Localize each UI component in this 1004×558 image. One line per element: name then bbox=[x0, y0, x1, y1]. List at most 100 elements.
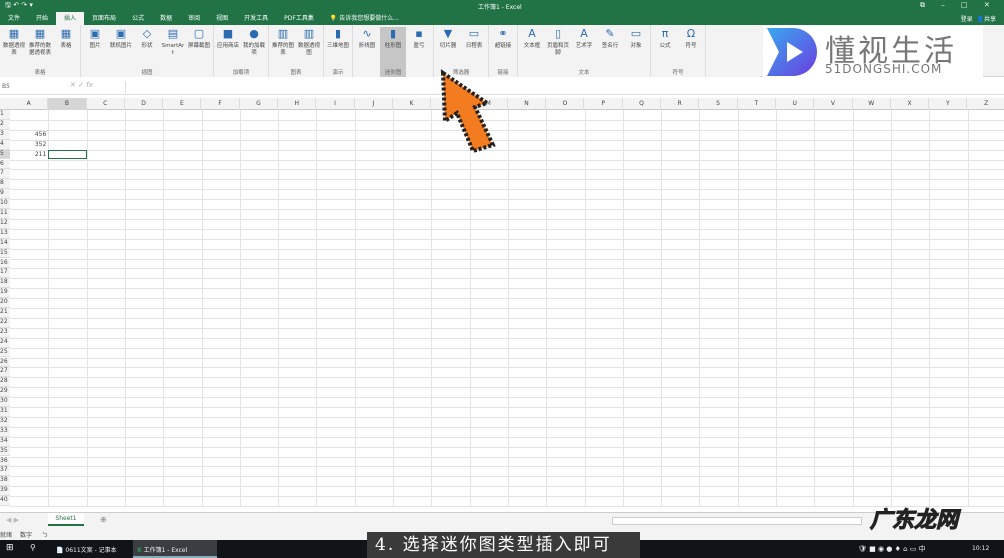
row-header-38[interactable]: 38 bbox=[0, 476, 10, 487]
tab-6[interactable]: 审阅 bbox=[180, 12, 208, 25]
row-header-13[interactable]: 13 bbox=[0, 228, 10, 239]
column-header-W[interactable]: W bbox=[853, 98, 891, 110]
column-header-Q[interactable]: Q bbox=[623, 98, 662, 110]
row-header-30[interactable]: 30 bbox=[0, 397, 10, 407]
gridline bbox=[10, 347, 1004, 349]
row-header-27[interactable]: 27 bbox=[0, 367, 10, 378]
row-header-12[interactable]: 12 bbox=[0, 218, 10, 229]
tab-8[interactable]: 开发工具 bbox=[236, 12, 276, 25]
system-tray[interactable]: 🛡 ■ ◉ ● ♦ ⌂ ▭ 中 bbox=[858, 544, 926, 554]
row-header-34[interactable]: 34 bbox=[0, 436, 10, 447]
column-header-E[interactable]: E bbox=[163, 98, 202, 110]
tab-5[interactable]: 数据 bbox=[152, 12, 180, 25]
tab-7[interactable]: 视图 bbox=[208, 12, 236, 25]
store-icon: ■ bbox=[222, 27, 234, 41]
row-header-40[interactable]: 40 bbox=[0, 496, 10, 506]
row-header-29[interactable]: 29 bbox=[0, 387, 10, 398]
column-header-I[interactable]: I bbox=[316, 98, 355, 110]
column-header-X[interactable]: X bbox=[891, 98, 930, 110]
column-header-U[interactable]: U bbox=[776, 98, 815, 110]
row-header-35[interactable]: 35 bbox=[0, 446, 10, 457]
row-header-36[interactable]: 36 bbox=[0, 456, 10, 467]
tab-2[interactable]: 插入 bbox=[56, 12, 85, 25]
column-header-S[interactable]: S bbox=[699, 98, 738, 110]
row-header-20[interactable]: 20 bbox=[0, 298, 10, 308]
column-header-C[interactable]: C bbox=[87, 98, 125, 110]
row-header-23[interactable]: 23 bbox=[0, 327, 10, 338]
row-header-21[interactable]: 21 bbox=[0, 308, 10, 318]
row-header-32[interactable]: 32 bbox=[0, 416, 10, 427]
row-header-19[interactable]: 19 bbox=[0, 288, 10, 299]
formula-icons[interactable]: ✕ ✓ fx bbox=[70, 81, 93, 89]
row-header-31[interactable]: 31 bbox=[0, 407, 10, 417]
taskbar-app-notepad[interactable]: 📄 0611文案 - 记事本 bbox=[52, 540, 132, 558]
column-header-H[interactable]: H bbox=[278, 98, 317, 110]
row-header-3[interactable]: 3 bbox=[0, 129, 10, 140]
row-header-28[interactable]: 28 bbox=[0, 377, 10, 388]
tab-9[interactable]: PDF工具集 bbox=[276, 12, 322, 25]
row-header-11[interactable]: 11 bbox=[0, 209, 10, 219]
column-header-J[interactable]: J bbox=[355, 98, 393, 110]
tab-1[interactable]: 开始 bbox=[28, 12, 56, 25]
tab-0[interactable]: 文件 bbox=[0, 12, 28, 25]
row-header-7[interactable]: 7 bbox=[0, 169, 10, 180]
tab-3[interactable]: 页面布局 bbox=[84, 12, 124, 25]
gridline bbox=[10, 337, 1004, 339]
cell-A3[interactable]: 456 bbox=[10, 131, 46, 138]
row-header-33[interactable]: 33 bbox=[0, 426, 10, 437]
row-header-25[interactable]: 25 bbox=[0, 347, 10, 358]
column-header-F[interactable]: F bbox=[202, 98, 240, 110]
horizontal-scrollbar[interactable] bbox=[612, 517, 862, 525]
row-header-18[interactable]: 18 bbox=[0, 278, 10, 289]
row-header-2[interactable]: 2 bbox=[0, 119, 10, 130]
row-header-16[interactable]: 16 bbox=[0, 258, 10, 269]
search-icon[interactable]: ⚲ bbox=[30, 543, 36, 552]
taskbar-app-excel[interactable]: X 工作簿1 - Excel bbox=[133, 540, 217, 558]
column-header-N[interactable]: N bbox=[508, 98, 547, 110]
row-header-26[interactable]: 26 bbox=[0, 357, 10, 368]
tab-4[interactable]: 公式 bbox=[124, 12, 152, 25]
gridline bbox=[10, 189, 1004, 191]
column-header-Y[interactable]: Y bbox=[929, 98, 968, 110]
row-header-1[interactable]: 1 bbox=[0, 110, 10, 120]
row-header-17[interactable]: 17 bbox=[0, 268, 10, 279]
quick-access-toolbar[interactable]: 🖫 ↶ ↷ ▾ bbox=[5, 1, 33, 12]
add-sheet-button[interactable]: ⊕ bbox=[100, 515, 107, 524]
ribbon-group-3: ▥ 推荐的图表 ▥ 数据透视图 图表 bbox=[269, 25, 324, 77]
column-header-D[interactable]: D bbox=[125, 98, 164, 110]
row-header-6[interactable]: 6 bbox=[0, 159, 10, 170]
column-header-T[interactable]: T bbox=[738, 98, 776, 110]
row-header-14[interactable]: 14 bbox=[0, 238, 10, 249]
row-header-37[interactable]: 37 bbox=[0, 466, 10, 477]
row-header-24[interactable]: 24 bbox=[0, 337, 10, 348]
column-header-R[interactable]: R bbox=[661, 98, 700, 110]
row-header-5[interactable]: 5 bbox=[0, 149, 10, 160]
row-header-9[interactable]: 9 bbox=[0, 189, 10, 200]
column-header-O[interactable]: O bbox=[546, 98, 585, 110]
column-header-P[interactable]: P bbox=[585, 98, 623, 110]
window-controls[interactable]: ⧉ – □ ✕ bbox=[920, 1, 990, 10]
name-box[interactable]: B5 bbox=[0, 81, 50, 93]
cell-A4[interactable]: 352 bbox=[10, 141, 46, 148]
gridline bbox=[10, 288, 1004, 290]
column-header-B[interactable]: B bbox=[48, 98, 87, 110]
cell-A5[interactable]: 211 bbox=[10, 151, 46, 158]
account-area[interactable]: 登录 👤共享 bbox=[961, 14, 1004, 23]
column-header-V[interactable]: V bbox=[814, 98, 853, 110]
column-header-A[interactable]: A bbox=[10, 98, 49, 110]
row-header-4[interactable]: 4 bbox=[0, 139, 10, 150]
column-header-G[interactable]: G bbox=[240, 98, 279, 110]
row-header-8[interactable]: 8 bbox=[0, 179, 10, 190]
formula-input[interactable] bbox=[125, 81, 1000, 93]
sheet-nav-arrows[interactable]: ◀ ▶ bbox=[6, 516, 19, 524]
column-header-Z[interactable]: Z bbox=[968, 98, 1004, 110]
row-header-15[interactable]: 15 bbox=[0, 248, 10, 259]
gridline bbox=[10, 377, 1004, 379]
tell-me-search[interactable]: 💡 告诉我您想要做什么... bbox=[322, 12, 407, 25]
row-header-22[interactable]: 22 bbox=[0, 317, 10, 328]
sheet-tab-sheet1[interactable]: Sheet1 bbox=[48, 513, 84, 526]
selected-cell-B5[interactable] bbox=[48, 149, 87, 160]
row-header-10[interactable]: 10 bbox=[0, 199, 10, 209]
windows-start-icon[interactable]: ⊞ bbox=[6, 543, 14, 553]
row-header-39[interactable]: 39 bbox=[0, 486, 10, 497]
